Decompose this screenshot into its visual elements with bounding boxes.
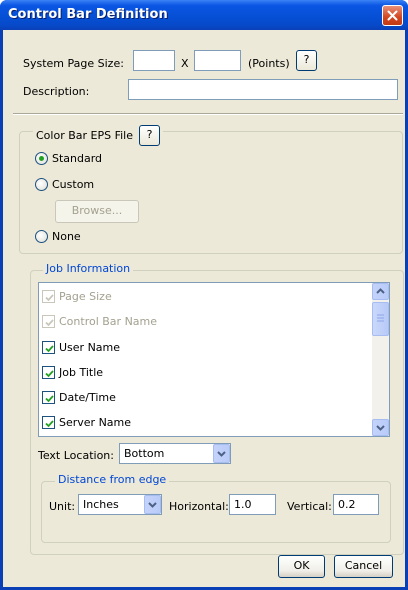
radio-none-label: None xyxy=(52,230,81,243)
page-height-input[interactable] xyxy=(194,50,241,71)
list-item-control-bar-name[interactable]: Control Bar Name xyxy=(42,309,157,334)
scroll-down-button[interactable] xyxy=(372,419,389,436)
text-location-select[interactable]: Bottom xyxy=(119,443,231,464)
check-icon xyxy=(45,319,54,327)
radio-none-indicator[interactable] xyxy=(35,230,48,243)
dialog-body: System Page Size: X (Points) ? Descripti… xyxy=(3,30,405,587)
checkbox-job-title[interactable] xyxy=(42,366,55,379)
radio-custom-indicator[interactable] xyxy=(35,178,48,191)
check-icon xyxy=(45,420,54,428)
dialog-window: Control Bar Definition System Page Size:… xyxy=(0,0,408,590)
description-input[interactable] xyxy=(128,79,398,100)
radio-standard-label: Standard xyxy=(52,152,103,165)
checkbox-date-time[interactable] xyxy=(42,391,55,404)
eps-group-title: Color Bar EPS File xyxy=(36,129,133,142)
checkbox-user-name[interactable] xyxy=(42,341,55,354)
page-width-input[interactable] xyxy=(133,50,175,71)
chevron-up-icon xyxy=(376,288,385,294)
cancel-button[interactable]: Cancel xyxy=(334,555,393,578)
radio-custom[interactable]: Custom xyxy=(35,178,94,191)
window-title: Control Bar Definition xyxy=(8,7,168,22)
check-icon xyxy=(45,294,54,302)
list-item-user-name[interactable]: User Name xyxy=(42,335,120,360)
chevron-down-icon xyxy=(217,451,226,457)
list-item-server-name[interactable]: Server Name xyxy=(42,410,131,435)
horizontal-input[interactable]: 1.0 xyxy=(229,494,276,515)
list-item-date-time[interactable]: Date/Time xyxy=(42,385,116,410)
page-size-label: System Page Size: xyxy=(23,57,124,70)
ok-button[interactable]: OK xyxy=(278,555,325,578)
horizontal-label: Horizontal: xyxy=(169,500,229,513)
list-item-job-title[interactable]: Job Title xyxy=(42,360,103,385)
distance-group-legend: Distance from edge xyxy=(55,473,170,486)
browse-button[interactable]: Browse... xyxy=(55,200,139,223)
list-item-label: Control Bar Name xyxy=(59,315,158,328)
radio-standard[interactable]: Standard xyxy=(35,152,102,165)
unit-value: Inches xyxy=(83,498,119,511)
chevron-down-icon xyxy=(376,425,385,431)
vertical-input[interactable]: 0.2 xyxy=(333,494,379,515)
vertical-label: Vertical: xyxy=(287,500,332,513)
job-info-list[interactable]: Page Size Control Bar Name User Name Job… xyxy=(38,282,390,437)
title-bar[interactable]: Control Bar Definition xyxy=(0,0,408,30)
page-size-help-button[interactable]: ? xyxy=(296,50,317,71)
list-scrollbar[interactable] xyxy=(372,283,389,436)
eps-group-legend: Color Bar EPS File ? xyxy=(33,125,163,146)
text-location-label: Text Location: xyxy=(38,449,114,462)
unit-label: Unit: xyxy=(49,500,76,513)
close-icon xyxy=(387,10,398,21)
list-item-label: Server Name xyxy=(59,416,132,429)
checkbox-server-name[interactable] xyxy=(42,416,55,429)
page-size-units: (Points) xyxy=(248,57,290,70)
radio-custom-label: Custom xyxy=(52,178,95,191)
eps-help-button[interactable]: ? xyxy=(139,125,160,146)
list-item-label: Job Title xyxy=(59,366,104,379)
list-item-label: User Name xyxy=(59,341,121,354)
grip-icon xyxy=(377,314,384,322)
unit-select[interactable]: Inches xyxy=(78,494,162,515)
checkbox-control-bar-name[interactable] xyxy=(42,315,55,328)
list-item-label: Page Size xyxy=(59,290,112,303)
description-label: Description: xyxy=(23,85,90,98)
check-icon xyxy=(45,370,54,378)
page-size-separator: X xyxy=(181,57,189,70)
scroll-up-button[interactable] xyxy=(372,283,389,300)
job-group-legend: Job Information xyxy=(43,262,134,275)
radio-standard-indicator[interactable] xyxy=(35,152,48,165)
text-location-value: Bottom xyxy=(124,447,165,460)
chevron-down-icon xyxy=(148,502,157,508)
radio-none[interactable]: None xyxy=(35,230,81,243)
divider xyxy=(13,113,403,115)
list-item-label: Date/Time xyxy=(59,391,116,404)
list-item-page-size[interactable]: Page Size xyxy=(42,284,112,309)
check-icon xyxy=(45,345,54,353)
text-location-dropdown-button[interactable] xyxy=(213,444,230,463)
close-button[interactable] xyxy=(382,5,403,26)
unit-dropdown-button[interactable] xyxy=(144,495,161,514)
check-icon xyxy=(45,395,54,403)
scroll-thumb[interactable] xyxy=(372,302,389,336)
checkbox-page-size[interactable] xyxy=(42,290,55,303)
